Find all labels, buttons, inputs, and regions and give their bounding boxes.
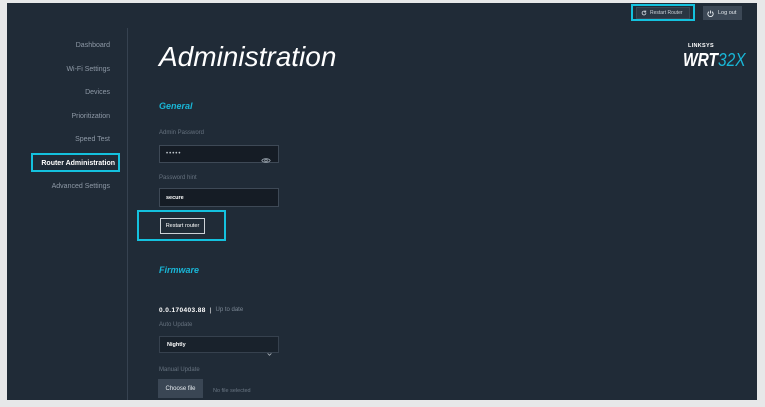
password-hint-label: Password hint	[159, 174, 197, 181]
sidebar-item-speed-test[interactable]: Speed Test	[7, 128, 127, 152]
sidebar-nav: Dashboard Wi-Fi Settings Devices Priorit…	[7, 34, 127, 199]
firmware-heading: Firmware	[159, 265, 200, 275]
admin-password-label: Admin Password	[159, 130, 205, 136]
restart-router-button[interactable]: Restart router	[160, 218, 205, 234]
brand-logo: LINKSYS WRT32X	[683, 43, 749, 70]
sidebar-item-dashboard[interactable]: Dashboard	[7, 34, 127, 58]
restart-router-top-button[interactable]: Restart Router	[636, 7, 690, 19]
restart-icon	[641, 10, 647, 16]
auto-update-select[interactable]: Nightly	[159, 336, 279, 356]
brand-model: WRT32X	[683, 49, 746, 70]
admin-password-input[interactable]: •••••	[159, 145, 279, 163]
sidebar-item-devices[interactable]: Devices	[7, 81, 127, 105]
app-window: Restart Router Log out Dashboard Wi-Fi S…	[7, 3, 757, 400]
no-file-selected-text: No file selected	[213, 388, 251, 394]
sidebar-item-prioritization[interactable]: Prioritization	[7, 105, 127, 129]
sidebar-divider	[127, 28, 128, 400]
sidebar-item-wifi-settings[interactable]: Wi-Fi Settings	[7, 58, 127, 82]
firmware-version: 0.0.170403.88	[159, 306, 206, 314]
sidebar-item-advanced-settings[interactable]: Advanced Settings	[7, 175, 127, 199]
brand-model-prefix: WRT	[683, 49, 718, 70]
restart-router-top-label: Restart Router	[650, 10, 683, 16]
firmware-version-line: 0.0.170403.88 | Up to date	[159, 306, 243, 314]
choose-file-button[interactable]: Choose file	[158, 379, 203, 398]
auto-update-selected-value: Nightly	[167, 341, 186, 348]
password-hint-value: secure	[166, 194, 184, 201]
firmware-status: Up to date	[215, 307, 244, 313]
power-icon	[707, 10, 714, 17]
general-heading: General	[159, 101, 193, 111]
admin-password-value: •••••	[166, 151, 182, 157]
sidebar-item-router-administration[interactable]: Router Administration	[7, 152, 127, 176]
logout-label: Log out	[718, 10, 737, 16]
chevron-down-icon	[267, 343, 272, 361]
page-title: Administration	[159, 41, 337, 72]
manual-update-label: Manual Update	[159, 366, 200, 373]
eye-icon[interactable]	[261, 151, 271, 169]
auto-update-label: Auto Update	[159, 322, 193, 328]
firmware-separator: |	[209, 306, 212, 314]
logout-button[interactable]: Log out	[703, 6, 742, 20]
password-hint-input[interactable]: secure	[159, 188, 279, 207]
brand-model-suffix: 32X	[717, 49, 746, 70]
